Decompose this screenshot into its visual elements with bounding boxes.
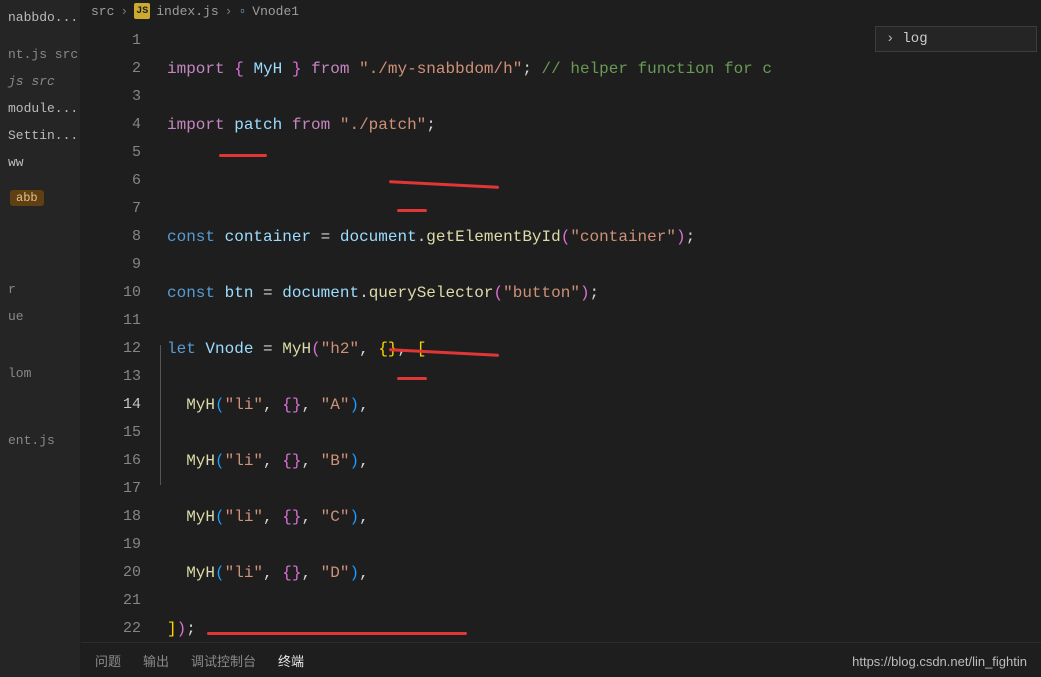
watermark-text: https://blog.csdn.net/lin_fightin: [852, 654, 1027, 669]
breadcrumb[interactable]: src › JS index.js › ▫ Vnode1: [81, 0, 1041, 23]
line-gutter: 12345678910111213141516171819202122: [81, 23, 159, 642]
chevron-right-icon: ›: [225, 4, 233, 19]
code-area[interactable]: import { MyH } from "./my-snabbdom/h"; /…: [159, 23, 1041, 642]
crumb-symbol[interactable]: Vnode1: [252, 4, 299, 19]
sidebar-item[interactable]: ue: [0, 303, 80, 330]
chevron-right-icon: ›: [886, 31, 894, 47]
panel-tab-terminal[interactable]: 终端: [278, 651, 304, 670]
code-editor[interactable]: 12345678910111213141516171819202122 impo…: [81, 23, 1041, 642]
editor-main: src › JS index.js › ▫ Vnode1 12345678910…: [81, 0, 1041, 677]
annotation-redline: [219, 154, 267, 157]
js-file-icon: JS: [134, 3, 150, 19]
symbol-icon: ▫: [238, 4, 246, 19]
crumb-folder[interactable]: src: [91, 4, 114, 19]
bracket-guide: [160, 345, 161, 485]
sidebar-item[interactable]: ww: [0, 149, 80, 176]
panel-tab-output[interactable]: 输出: [143, 651, 169, 670]
log-label: log: [902, 31, 927, 47]
annotation-redline: [397, 377, 427, 380]
annotation-redline: [207, 632, 467, 635]
panel-tab-problems[interactable]: 问题: [95, 651, 121, 670]
sidebar-item[interactable]: module...: [0, 95, 80, 122]
sidebar-item[interactable]: r: [0, 276, 80, 303]
sidebar-item[interactable]: Settin...: [0, 122, 80, 149]
crumb-file[interactable]: index.js: [156, 4, 218, 19]
sidebar-item[interactable]: nt.js src: [0, 41, 80, 68]
sidebar-badge: abb: [0, 190, 80, 206]
annotation-redline: [397, 209, 427, 212]
log-panel[interactable]: › log: [875, 26, 1037, 52]
chevron-right-icon: ›: [120, 4, 128, 19]
sidebar-item[interactable]: js src: [0, 68, 80, 95]
app-root: nabbdo... nt.js src js src module... Set…: [0, 0, 1041, 677]
explorer-sidebar: nabbdo... nt.js src js src module... Set…: [0, 0, 81, 677]
sidebar-item[interactable]: nabbdo...: [0, 4, 80, 31]
sidebar-item[interactable]: ent.js: [0, 427, 80, 454]
sidebar-item[interactable]: lom: [0, 360, 80, 387]
panel-tab-debug-console[interactable]: 调试控制台: [191, 651, 256, 670]
